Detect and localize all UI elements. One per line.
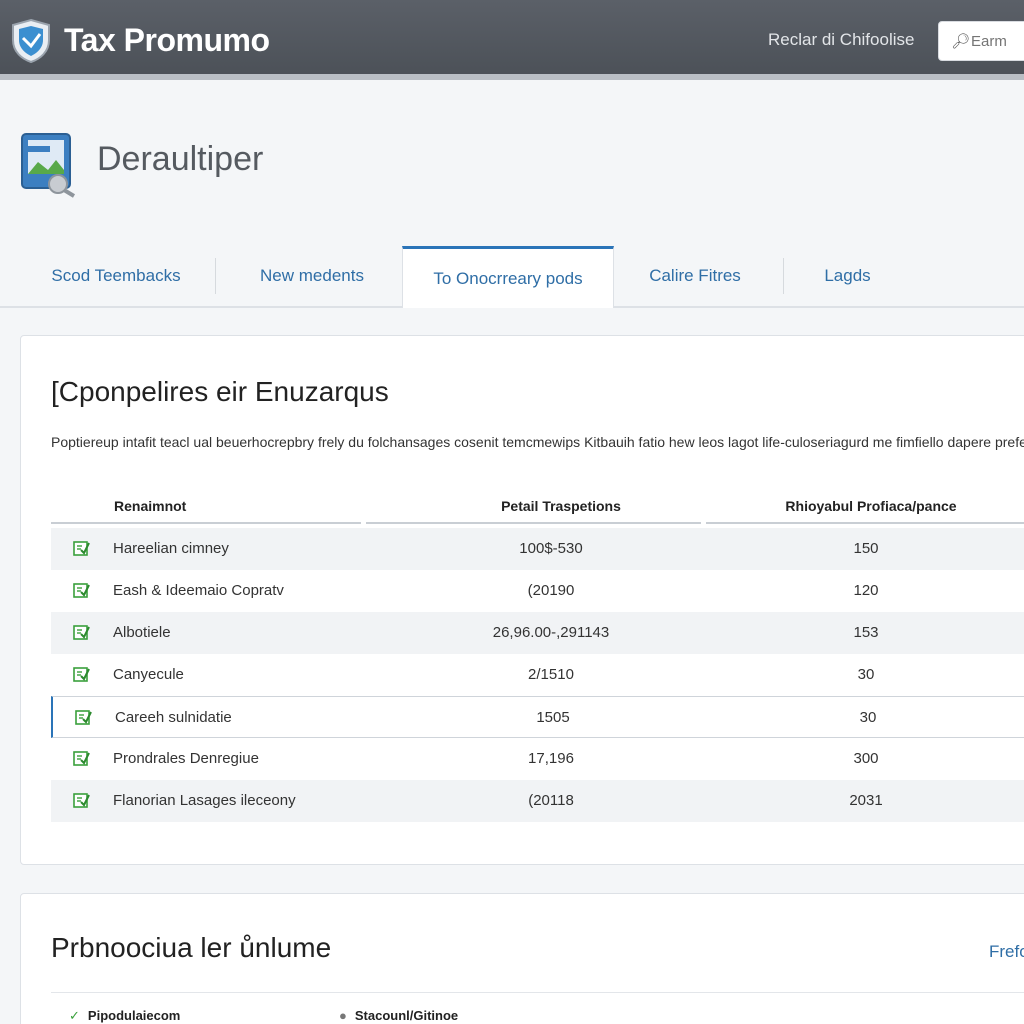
row-transactions: 1505 [536, 709, 570, 726]
column-rule [706, 522, 1024, 524]
top-bar: Tax Promumo Reclar di Chifoolise 🔎︎ [0, 0, 1024, 80]
row-name: Hareelian cimney [113, 540, 229, 557]
table-row[interactable]: Canyecule 2/1510 30 [51, 654, 1024, 696]
tab-new-medents[interactable]: New medents [232, 246, 392, 306]
row-name: Eash & Ideemaio Copratv [113, 582, 284, 599]
row-performance: 120 [853, 582, 879, 599]
column-header-transactions[interactable]: Petail Traspetions [401, 498, 721, 514]
row-name: Flanorian Lasages ileceony [113, 792, 296, 809]
row-transactions: 17,196 [528, 750, 574, 767]
row-performance: 30 [859, 709, 877, 726]
row-transactions: (20190 [527, 582, 575, 599]
tab-lagds[interactable]: Lagds [800, 246, 895, 306]
header-link[interactable]: Reclar di Chifoolise [768, 30, 914, 50]
checkmark-icon: ✓ [69, 1008, 80, 1023]
checked-document-icon[interactable] [73, 540, 90, 556]
table-row[interactable]: Albotiele 26,96.00-,291143 153 [51, 612, 1024, 654]
row-performance: 2031 [849, 792, 883, 809]
column-header-performance[interactable]: Rhioyabul Profiaca/pance [721, 498, 1021, 514]
search-box[interactable]: 🔎︎ [938, 21, 1024, 61]
row-performance: 30 [857, 666, 875, 683]
row-transactions: (20118 [528, 792, 574, 809]
row-performance: 153 [853, 624, 879, 641]
summary-item-label: Stacounl/Gitinoe [354, 1008, 459, 1023]
row-name: Canyecule [113, 666, 184, 683]
card-title: [Cponpelires eir Enuzarqus [51, 376, 389, 407]
tab-calire-fitres[interactable]: Calire Fitres [620, 246, 770, 306]
summary-item-label: Pipodulaiecom [87, 1008, 181, 1023]
page-title: Deraultiper [97, 140, 264, 178]
summary-card: Prbnoociua ler ůnlume Frefo ✓ Pipodulaiec… [20, 893, 1024, 1024]
tab-divider [215, 258, 216, 294]
divider [51, 992, 1024, 993]
row-name: Careeh sulnidatie [115, 709, 232, 726]
table-row[interactable]: Careeh sulnidatie 1505 30 [51, 696, 1024, 738]
column-header-name[interactable]: Renaimnot [114, 498, 186, 514]
tab-onocrreary-pods[interactable]: To Onocrreary pods [402, 246, 614, 308]
shield-icon: ● [339, 1008, 347, 1023]
table-row[interactable]: Hareelian cimney 100$-530 150 [51, 528, 1024, 570]
row-performance: 150 [853, 540, 879, 557]
row-transactions: 100$-530 [519, 540, 583, 557]
column-rule [51, 522, 361, 524]
search-icon: 🔎︎ [951, 33, 971, 50]
table-row[interactable]: Flanorian Lasages ileceony (20118 2031 [51, 780, 1024, 822]
brand-name[interactable]: Tax Promumo [64, 22, 270, 59]
checked-document-icon[interactable] [73, 792, 90, 808]
table-row[interactable]: Prondrales Denregiue 17,196 300 [51, 738, 1024, 780]
shield-logo-icon [12, 18, 50, 64]
checked-document-icon[interactable] [73, 666, 90, 682]
checked-document-icon[interactable] [73, 750, 90, 766]
row-performance: 300 [853, 750, 879, 767]
document-image-icon [21, 133, 76, 198]
row-transactions: 2/1510 [528, 666, 574, 683]
checked-document-icon[interactable] [73, 624, 90, 640]
checked-document-icon[interactable] [75, 709, 92, 725]
card2-link[interactable]: Frefo [989, 942, 1024, 962]
card2-title: Prbnoociua ler ůnlume [51, 932, 332, 963]
checked-document-icon[interactable] [73, 582, 90, 598]
tab-bar: Scod Teembacks New medents To Onocrreary… [0, 246, 1024, 308]
search-input[interactable] [971, 30, 1024, 52]
tab-divider [783, 258, 784, 294]
row-transactions: 26,96.00-,291143 [492, 624, 610, 641]
summary-item[interactable]: ✓ Pipodulaiecom [69, 1008, 180, 1024]
card-description: Poptiereup intafit teacl ual beuerhocrep… [51, 434, 1024, 450]
row-name: Prondrales Denregiue [113, 750, 259, 767]
table-row[interactable]: Eash & Ideemaio Copratv (20190 120 [51, 570, 1024, 612]
row-name: Albotiele [113, 624, 171, 641]
details-card: [Cponpelires eir Enuzarqus Poptiereup in… [20, 335, 1024, 865]
summary-item[interactable]: ● Stacounl/Gitinoe [339, 1008, 458, 1023]
tab-feedback[interactable]: Scod Teembacks [36, 246, 196, 306]
column-rule [366, 522, 701, 524]
